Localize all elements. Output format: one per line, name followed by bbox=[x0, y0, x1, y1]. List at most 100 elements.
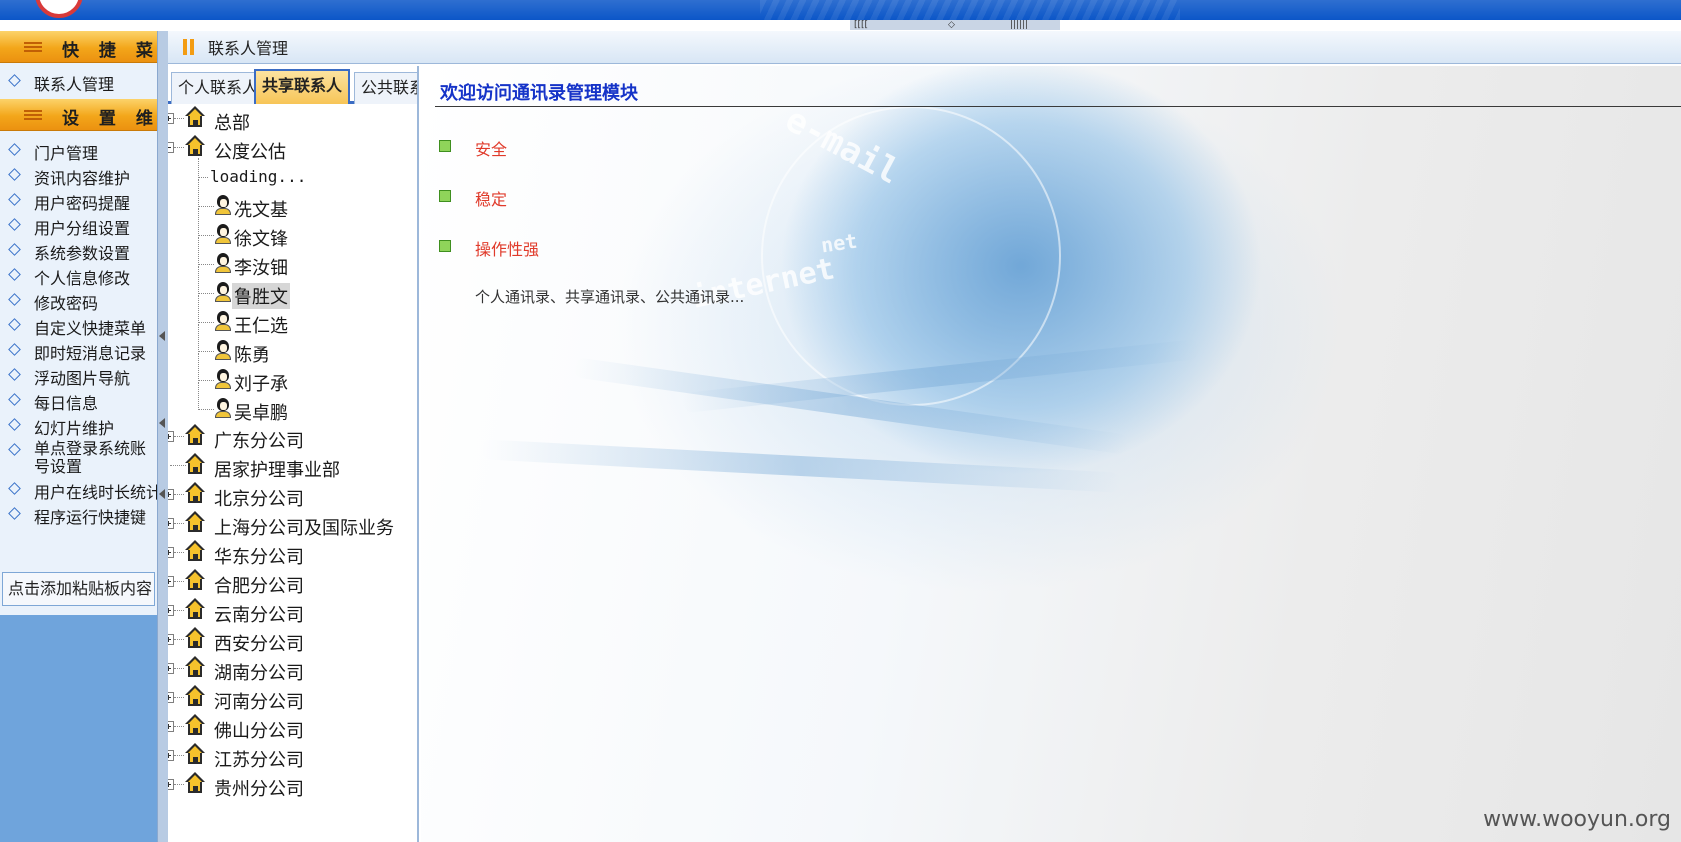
tree-branch-node[interactable]: 河南分公司 bbox=[168, 685, 417, 716]
house-icon bbox=[184, 685, 206, 707]
sidebar-item-label: 用户在线时长统计 bbox=[34, 483, 157, 502]
collapse-arrow-icon[interactable] bbox=[159, 331, 165, 341]
house-icon bbox=[184, 540, 206, 562]
tree-branch-node[interactable]: 公度公估 bbox=[168, 134, 417, 166]
contact-tree: 总部 公度公估 loading... 冼文基 徐文锋 李汝钿 鲁胜文 王仁选 陈勇 刘子承 吴卓鹏广… bbox=[168, 106, 417, 842]
sidebar-item-label: 联系人管理 bbox=[34, 75, 115, 94]
sidebar-item[interactable]: 修改密码 bbox=[0, 288, 157, 315]
collapse-right-control[interactable]: |||||| bbox=[1010, 20, 1028, 30]
tree-branch-node[interactable]: 西安分公司 bbox=[168, 627, 417, 658]
tree-connector bbox=[198, 350, 214, 352]
tree-node-label: 公度公估 bbox=[214, 141, 286, 163]
house-icon bbox=[184, 134, 206, 157]
tree-branch-node[interactable]: 湖南分公司 bbox=[168, 656, 417, 687]
diamond-bullet-icon bbox=[8, 393, 21, 406]
tree-branch-node[interactable]: 佛山分公司 bbox=[168, 713, 417, 745]
tree-connector bbox=[174, 523, 184, 525]
tree-branch-node[interactable]: 合肥分公司 bbox=[168, 569, 417, 600]
tree-branch-node[interactable]: 广东分公司 bbox=[168, 424, 417, 455]
divider bbox=[435, 106, 1681, 107]
tree-connector bbox=[198, 379, 214, 381]
tree-connector bbox=[174, 118, 184, 119]
tree-node-label: 鲁胜文 bbox=[232, 282, 290, 309]
diamond-bullet-icon bbox=[8, 318, 21, 331]
tree-contact-node[interactable]: 鲁胜文 bbox=[168, 265, 417, 311]
diamond-bullet-icon bbox=[8, 368, 21, 381]
page-title-bar: 联系人管理 bbox=[168, 31, 1681, 64]
tree-connector bbox=[174, 697, 184, 698]
diamond-bullet-icon bbox=[8, 218, 21, 231]
green-square-icon bbox=[439, 190, 451, 202]
tree-node-label: 云南分公司 bbox=[214, 605, 304, 627]
house-icon bbox=[184, 713, 206, 736]
sidebar-item[interactable]: 用户密码提醒 bbox=[0, 188, 157, 215]
tree-branch-node[interactable]: 北京分公司 bbox=[168, 482, 417, 513]
green-square-icon bbox=[439, 240, 451, 252]
diamond-bullet-icon bbox=[8, 293, 21, 306]
pause-icon bbox=[183, 39, 187, 55]
sidebar-item[interactable]: 浮动图片导航 bbox=[0, 363, 157, 390]
tab-public-contacts[interactable]: 公共联系人 bbox=[354, 72, 417, 104]
collapse-arrow-icon[interactable] bbox=[159, 489, 165, 499]
sidebar-item[interactable]: 每日信息 bbox=[0, 388, 157, 415]
sidebar-item[interactable]: 门户管理 bbox=[0, 138, 157, 165]
tree-node-label: 北京分公司 bbox=[214, 489, 304, 511]
sidebar-item[interactable]: 幻灯片维护 bbox=[0, 413, 157, 440]
tree-contact-node[interactable]: 刘子承 bbox=[168, 352, 417, 398]
collapse-left-control[interactable]: [[[[ bbox=[854, 20, 868, 30]
diamond-bullet-icon bbox=[8, 193, 21, 206]
sidebar-item[interactable]: 系统参数设置 bbox=[0, 238, 157, 265]
toggle-diamond-control[interactable]: ◇ bbox=[948, 20, 955, 30]
sidebar-item[interactable]: 单点登录系统账号设置 bbox=[0, 438, 157, 478]
tree-node-label: 江苏分公司 bbox=[214, 749, 304, 771]
tree-connector bbox=[198, 176, 208, 178]
tree-node-label: 贵州分公司 bbox=[214, 778, 304, 800]
tree-node-label: 王仁选 bbox=[234, 315, 288, 337]
menu-header-title: 快 捷 菜 单 bbox=[62, 41, 157, 61]
person-icon bbox=[214, 339, 232, 360]
tree-branch-node[interactable]: 贵州分公司 bbox=[168, 771, 417, 803]
sidebar-item[interactable]: 程序运行快捷键 bbox=[0, 502, 157, 529]
quick-menu-header[interactable]: 快 捷 菜 单 bbox=[0, 31, 157, 63]
sidebar-splitter[interactable] bbox=[157, 31, 168, 842]
house-icon bbox=[184, 742, 206, 765]
tree-contact-node[interactable]: 吴卓鹏 bbox=[168, 381, 417, 427]
tree-branch-node[interactable]: 上海分公司及国际业务 bbox=[168, 511, 417, 542]
sidebar-item[interactable]: 资讯内容维护 bbox=[0, 163, 157, 190]
tree-node-label: 吴卓鹏 bbox=[234, 402, 288, 424]
tree-connector bbox=[198, 178, 199, 207]
tree-connector bbox=[198, 265, 199, 294]
tree-branch-node[interactable]: 江苏分公司 bbox=[168, 742, 417, 774]
tree-connector bbox=[198, 263, 214, 265]
tab-shared-contacts[interactable]: 共享联系人 bbox=[254, 69, 351, 104]
tree-contact-node[interactable]: 李汝钿 bbox=[168, 236, 417, 282]
top-controls: [[[[ ◇ |||||| bbox=[850, 20, 1060, 30]
sidebar-background bbox=[0, 615, 157, 842]
light-streak bbox=[480, 439, 1122, 493]
sidebar-item-label: 单点登录系统账号设置 bbox=[34, 439, 147, 476]
tree-branch-node[interactable]: 居家护理事业部 bbox=[168, 453, 417, 484]
tree-node-label: 河南分公司 bbox=[214, 692, 304, 713]
tree-branch-node[interactable]: 华东分公司 bbox=[168, 540, 417, 571]
sidebar-item[interactable]: 自定义快捷菜单 bbox=[0, 313, 157, 340]
tab-personal-contacts[interactable]: 个人联系人 bbox=[171, 72, 266, 104]
settings-menu-header[interactable]: 设 置 维 护 bbox=[0, 99, 157, 131]
sidebar-item[interactable]: 用户分组设置 bbox=[0, 213, 157, 240]
sidebar-item[interactable]: 个人信息修改 bbox=[0, 263, 157, 290]
feature-label: 安全 bbox=[475, 140, 508, 159]
sidebar-item[interactable]: 联系人管理 bbox=[0, 69, 157, 96]
collapse-arrow-icon[interactable] bbox=[159, 418, 165, 428]
sidebar-item[interactable]: 用户在线时长统计 bbox=[0, 477, 157, 504]
tree-branch-node[interactable]: 云南分公司 bbox=[168, 598, 417, 629]
tree-contact-node[interactable]: 陈勇 bbox=[168, 323, 417, 369]
diamond-bullet-icon bbox=[8, 143, 21, 156]
sidebar-item-label: 即时短消息记录 bbox=[34, 344, 147, 363]
clipboard-add-button[interactable]: 点击添加粘贴板内容 bbox=[2, 572, 155, 606]
tree-contact-node[interactable]: 冼文基 bbox=[168, 178, 417, 224]
sidebar-item[interactable]: 即时短消息记录 bbox=[0, 338, 157, 365]
tree-contact-node[interactable]: 王仁选 bbox=[168, 294, 417, 340]
tree-connector bbox=[198, 205, 214, 207]
tree-contact-node[interactable]: 徐文锋 bbox=[168, 207, 417, 253]
tree-connector bbox=[174, 783, 184, 785]
tree-branch-node[interactable]: 总部 bbox=[168, 106, 417, 137]
